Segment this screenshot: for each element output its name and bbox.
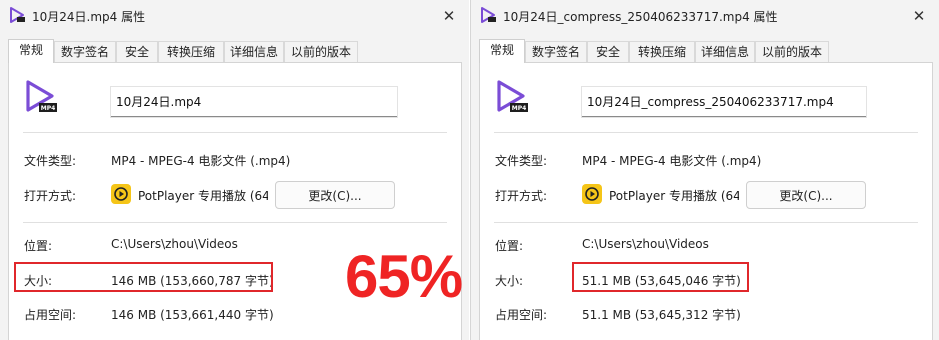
tab-previous-versions[interactable]: 以前的版本 [284,41,358,63]
disk-size-label: 占用空间: [495,308,548,322]
location-value: C:\Users\zhou\Videos [111,237,238,251]
window-title: 10月24日_compress_250406233717.mp4 属性 [503,10,778,24]
divider [23,132,447,133]
change-button[interactable]: 更改(C)... [746,181,866,209]
tab-general[interactable]: 常规 [479,39,525,63]
tab-bar: 常规 数字签名 安全 转换压缩 详细信息 以前的版本 [8,39,469,63]
open-with-label: 打开方式: [495,189,548,203]
compression-percent-overlay: 65% [345,243,463,310]
file-type-value: MP4 - MPEG-4 电影文件 (.mp4) [582,154,762,168]
tab-details[interactable]: 详细信息 [695,41,755,63]
location-label: 位置: [24,239,53,253]
divider [494,132,918,133]
tab-general[interactable]: 常规 [8,39,54,63]
title-bar: 10月24日.mp4 属性 ✕ [0,0,469,32]
window-title: 10月24日.mp4 属性 [32,10,146,24]
size-highlight-box [572,262,749,292]
close-icon[interactable]: ✕ [439,6,459,26]
open-with-label: 打开方式: [24,189,77,203]
video-file-icon [481,7,496,23]
file-type-label: 文件类型: [24,154,77,168]
change-button[interactable]: 更改(C)... [275,181,395,209]
size-label: 大小: [495,274,524,288]
video-file-icon [10,7,25,23]
divider [494,222,918,223]
tab-previous-versions[interactable]: 以前的版本 [755,41,829,63]
tab-details[interactable]: 详细信息 [224,41,284,63]
svg-text:MP4: MP4 [512,105,527,112]
potplayer-icon [111,184,131,204]
divider [23,222,447,223]
file-type-value: MP4 - MPEG-4 电影文件 (.mp4) [111,154,291,168]
file-name-input[interactable] [111,87,397,117]
video-file-icon: MP4 [497,80,528,112]
svg-text:MP4: MP4 [41,105,56,112]
location-label: 位置: [495,239,524,253]
video-file-icon: MP4 [26,80,57,112]
tab-convert-compress[interactable]: 转换压缩 [629,41,695,63]
tab-bar: 常规 数字签名 安全 转换压缩 详细信息 以前的版本 [479,39,939,63]
title-bar: 10月24日_compress_250406233717.mp4 属性 ✕ [471,0,939,32]
disk-size-value: 146 MB (153,661,440 字节) [111,308,274,322]
size-highlight-box [14,262,273,292]
tab-security[interactable]: 安全 [587,41,629,63]
location-value: C:\Users\zhou\Videos [582,237,709,251]
disk-size-value: 51.1 MB (53,645,312 字节) [582,308,741,322]
tab-security[interactable]: 安全 [116,41,158,63]
general-panel: MP4 文件类型: MP4 - MPEG-4 电影文件 (.mp4) 打开方式:… [479,62,933,340]
disk-size-label: 占用空间: [24,308,77,322]
potplayer-icon [582,184,602,204]
file-type-label: 文件类型: [495,154,548,168]
tab-convert-compress[interactable]: 转换压缩 [158,41,224,63]
file-name-input[interactable] [582,87,866,117]
properties-window-compressed: 10月24日_compress_250406233717.mp4 属性 ✕ 常规… [470,0,939,340]
open-with-value: PotPlayer 专用播放 (64 [138,189,268,203]
open-with-value: PotPlayer 专用播放 (64 [609,189,739,203]
tab-digital-signature[interactable]: 数字签名 [525,41,587,63]
tab-digital-signature[interactable]: 数字签名 [54,41,116,63]
close-icon[interactable]: ✕ [909,6,929,26]
